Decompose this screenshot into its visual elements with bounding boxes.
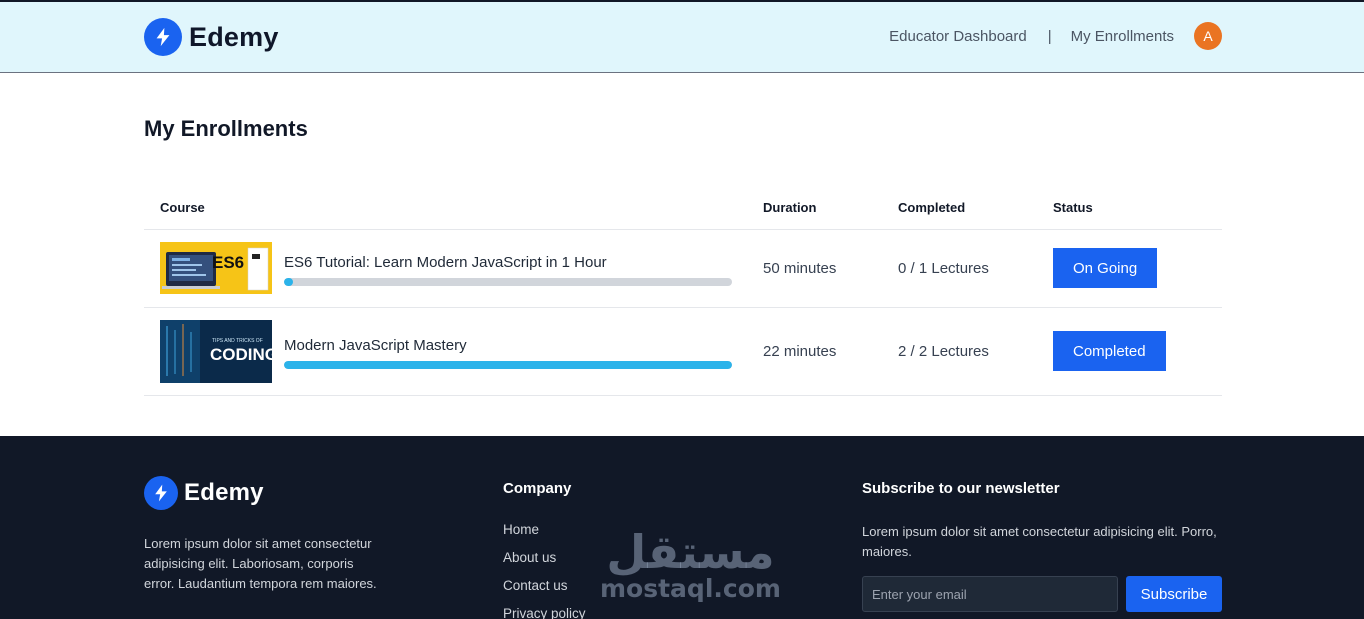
watermark-arabic: مستقل [606,525,775,579]
email-input[interactable] [862,576,1118,612]
duration-column-header: Duration [763,200,817,215]
lectures-completed: 2 / 2 Lectures [898,343,989,360]
progress-fill [284,361,732,369]
thumbnail-text: ES6 [212,253,244,272]
lectures-completed: 0 / 1 Lectures [898,260,989,277]
table-row: TIPS AND TRICKS OF CODING Modern JavaScr… [144,308,1222,396]
footer-link-contact[interactable]: Contact us [503,578,586,606]
course-thumbnail[interactable]: ES6 [160,242,272,294]
course-progress-bar [284,278,732,286]
page-title: My Enrollments [144,116,308,141]
course-progress-bar [284,361,732,369]
user-avatar[interactable]: A [1194,22,1222,50]
thumbnail-subtext: TIPS AND TRICKS OF [212,338,263,344]
footer-link-privacy[interactable]: Privacy policy [503,606,586,619]
status-button[interactable]: Completed [1053,331,1166,371]
subscribe-button[interactable]: Subscribe [1126,576,1222,612]
footer-links: Home About us Contact us Privacy policy [503,522,586,619]
course-thumbnail[interactable]: TIPS AND TRICKS OF CODING [160,320,272,383]
footer-description: Lorem ipsum dolor sit amet consectetur a… [144,536,377,591]
lightning-bolt-icon [144,18,182,56]
table-row: ES6 ES6 Tutorial: Learn Modern JavaScrip… [144,230,1222,308]
watermark-latin: mostaql.com [600,574,781,603]
top-nav: Educator Dashboard | My Enrollments A [889,22,1222,50]
footer-brand-name: Edemy [184,479,264,506]
status-button[interactable]: On Going [1053,248,1158,288]
lightning-bolt-icon [144,476,178,510]
newsletter-text: Lorem ipsum dolor sit amet consectetur a… [862,524,1217,559]
footer-link-home[interactable]: Home [503,522,586,550]
top-header: Edemy Educator Dashboard | My Enrollment… [0,0,1364,73]
status-column-header: Status [1053,200,1093,215]
footer-brand[interactable]: Edemy [144,476,264,510]
nav-separator: | [1047,27,1052,45]
newsletter-heading: Subscribe to our newsletter [862,480,1060,497]
enrollments-table: Course Duration Completed Status ES6 ES6… [144,190,1222,396]
watermark: مستقل mostaql.com [600,528,781,602]
table-header: Course Duration Completed Status [144,190,1222,230]
course-duration: 50 minutes [763,260,837,277]
brand-name: Edemy [189,21,279,52]
my-enrollments-link[interactable]: My Enrollments [1071,28,1174,45]
course-title[interactable]: ES6 Tutorial: Learn Modern JavaScript in… [284,254,607,271]
completed-column-header: Completed [898,200,966,215]
course-title[interactable]: Modern JavaScript Mastery [284,337,467,354]
footer-link-about[interactable]: About us [503,550,586,578]
brand-link[interactable]: Edemy [144,18,279,56]
progress-fill [284,278,293,286]
company-heading: Company [503,480,572,497]
course-duration: 22 minutes [763,343,837,360]
educator-dashboard-link[interactable]: Educator Dashboard [889,28,1027,45]
course-column-header: Course [160,200,205,215]
thumbnail-text: CODING [210,345,272,364]
